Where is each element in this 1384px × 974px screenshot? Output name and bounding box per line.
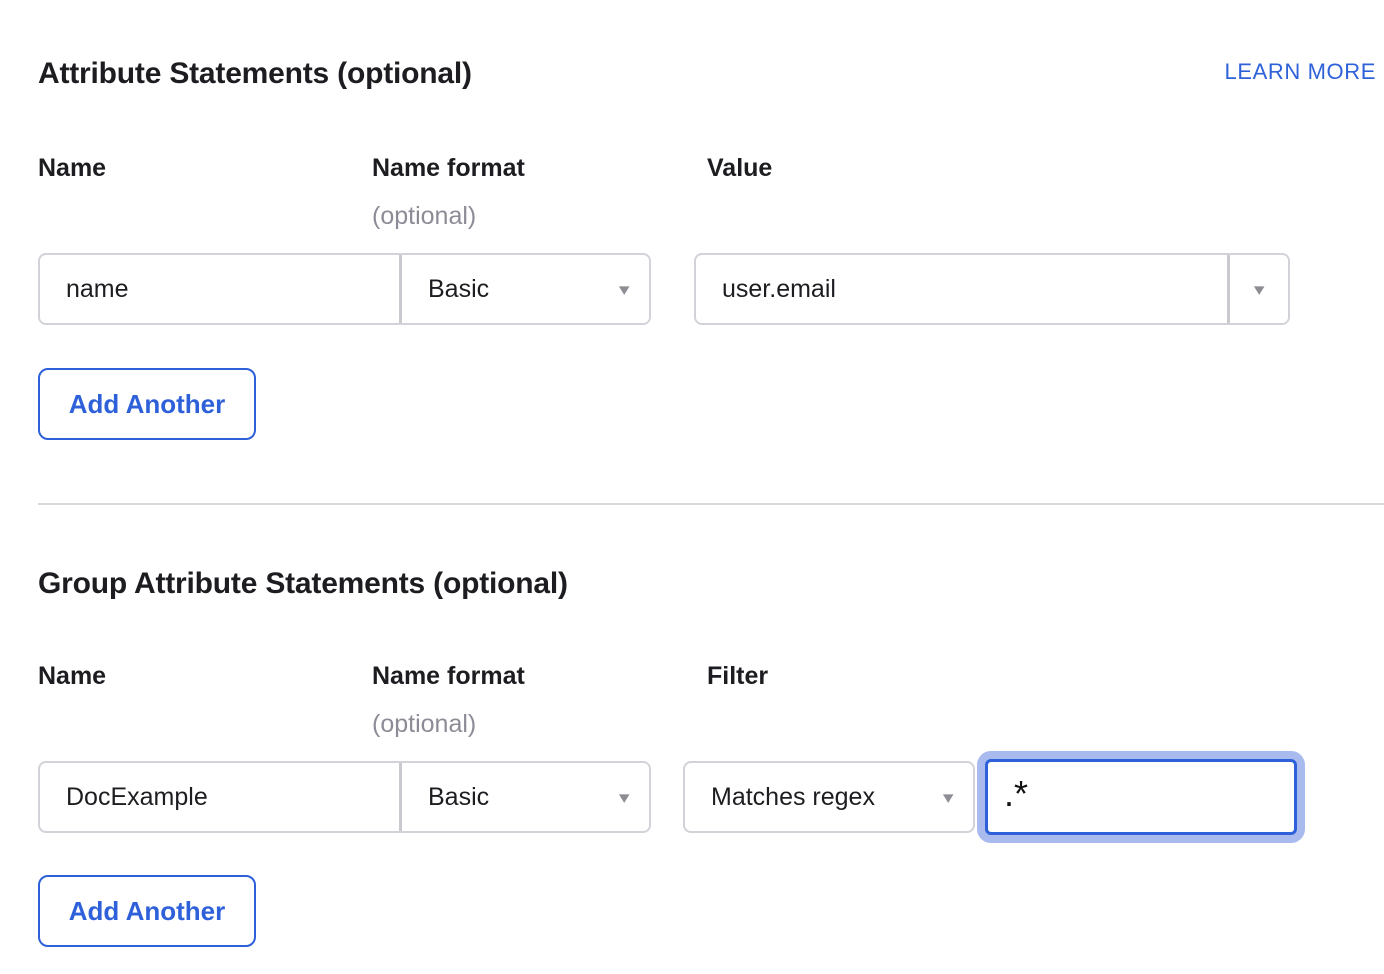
group-attribute-row: Basic ▾ <box>38 761 651 833</box>
attribute-value-input[interactable] <box>696 255 1227 323</box>
attribute-name-format-select[interactable]: Basic ▾ <box>402 255 649 323</box>
filter-type-selected-value: Matches regex <box>711 783 875 812</box>
name-format-optional-hint: (optional) <box>372 710 476 739</box>
attribute-name-input[interactable] <box>40 255 399 323</box>
section-divider <box>38 503 1384 505</box>
chevron-down-icon: ▾ <box>619 281 630 298</box>
group-name-format-select[interactable]: Basic ▾ <box>402 763 649 831</box>
group-attribute-statements-title: Group Attribute Statements (optional) <box>38 567 568 601</box>
attribute-statements-title: Attribute Statements (optional) <box>38 57 472 91</box>
column-header-name-format: Name format <box>372 154 525 183</box>
chevron-down-icon: ▾ <box>943 789 954 806</box>
learn-more-link[interactable]: LEARN MORE <box>1225 59 1376 85</box>
attribute-value-combo: ▾ <box>694 253 1290 325</box>
chevron-down-icon: ▾ <box>619 789 630 806</box>
filter-type-select[interactable]: Matches regex ▾ <box>683 761 975 833</box>
attribute-row: Basic ▾ <box>38 253 651 325</box>
chevron-down-icon: ▾ <box>1254 281 1265 298</box>
name-format-selected-value: Basic <box>428 783 489 812</box>
group-attribute-name-input[interactable] <box>40 763 399 831</box>
name-format-optional-hint: (optional) <box>372 202 476 231</box>
column-header-filter: Filter <box>707 662 768 691</box>
column-header-value: Value <box>707 154 772 183</box>
add-another-group-attribute-button[interactable]: Add Another <box>38 875 256 947</box>
column-header-name-format: Name format <box>372 662 525 691</box>
column-header-name: Name <box>38 662 106 691</box>
filter-value-input[interactable] <box>985 759 1297 835</box>
add-another-attribute-button[interactable]: Add Another <box>38 368 256 440</box>
value-dropdown-button[interactable]: ▾ <box>1230 255 1288 323</box>
column-header-name: Name <box>38 154 106 183</box>
name-format-selected-value: Basic <box>428 275 489 304</box>
